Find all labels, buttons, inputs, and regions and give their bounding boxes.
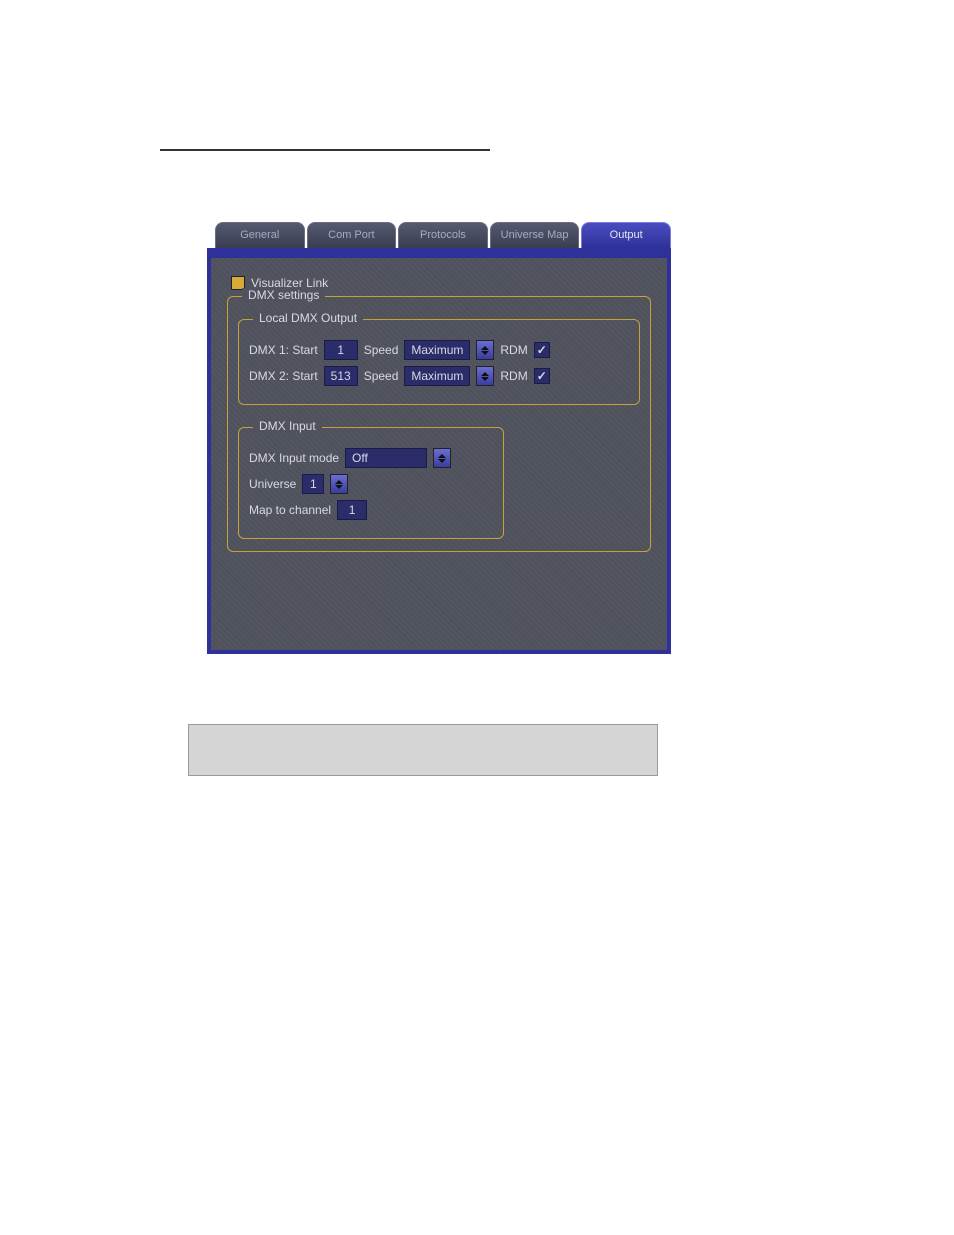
universe-spinner[interactable] bbox=[330, 474, 348, 494]
chevron-up-icon bbox=[438, 454, 446, 458]
map-to-channel-input[interactable]: 1 bbox=[337, 500, 367, 520]
universe-label: Universe bbox=[249, 477, 296, 491]
dmx-input-mode-select[interactable]: Off bbox=[345, 448, 427, 468]
tab-comport[interactable]: Com Port bbox=[307, 222, 397, 248]
chevron-down-icon bbox=[481, 351, 489, 355]
dmx-input-legend: DMX Input bbox=[253, 419, 322, 433]
dmx-input-mode-label: DMX Input mode bbox=[249, 451, 339, 465]
tab-protocols[interactable]: Protocols bbox=[398, 222, 488, 248]
dmx-settings-fieldset: DMX settings Local DMX Output DMX 1: Sta… bbox=[227, 296, 651, 552]
dmx-input-fieldset: DMX Input DMX Input mode Off Universe 1 bbox=[238, 427, 504, 539]
chevron-up-icon bbox=[481, 372, 489, 376]
map-to-channel-label: Map to channel bbox=[249, 503, 331, 517]
dmx1-rdm-label: RDM bbox=[500, 343, 527, 357]
chevron-up-icon bbox=[335, 480, 343, 484]
dmx2-rdm-checkbox[interactable]: ✓ bbox=[534, 368, 550, 384]
dmx2-start-label: DMX 2: Start bbox=[249, 369, 318, 383]
dmx-input-mode-row: DMX Input mode Off bbox=[249, 448, 493, 468]
dmx1-rdm-checkbox[interactable]: ✓ bbox=[534, 342, 550, 358]
tab-universemap[interactable]: Universe Map bbox=[490, 222, 580, 248]
gray-placeholder-box bbox=[188, 724, 658, 776]
dmx2-row: DMX 2: Start 513 Speed Maximum RDM ✓ bbox=[249, 366, 629, 386]
dmx2-speed-select[interactable]: Maximum bbox=[404, 366, 470, 386]
dmx1-row: DMX 1: Start 1 Speed Maximum RDM ✓ bbox=[249, 340, 629, 360]
dmx2-speed-spinner[interactable] bbox=[476, 366, 494, 386]
chevron-down-icon bbox=[481, 377, 489, 381]
dmx1-speed-label: Speed bbox=[364, 343, 399, 357]
dmx2-rdm-label: RDM bbox=[500, 369, 527, 383]
output-panel: General Com Port Protocols Universe Map … bbox=[207, 222, 671, 654]
dmx1-speed-spinner[interactable] bbox=[476, 340, 494, 360]
dmx1-start-input[interactable]: 1 bbox=[324, 340, 358, 360]
chevron-up-icon bbox=[481, 346, 489, 350]
universe-row: Universe 1 bbox=[249, 474, 493, 494]
dmx1-start-label: DMX 1: Start bbox=[249, 343, 318, 357]
tab-output[interactable]: Output bbox=[581, 222, 671, 248]
dmx2-start-input[interactable]: 513 bbox=[324, 366, 358, 386]
local-dmx-output-legend: Local DMX Output bbox=[253, 311, 363, 325]
local-dmx-output-fieldset: Local DMX Output DMX 1: Start 1 Speed Ma… bbox=[238, 319, 640, 405]
tab-general[interactable]: General bbox=[215, 222, 305, 248]
dmx1-speed-select[interactable]: Maximum bbox=[404, 340, 470, 360]
dmx-input-mode-spinner[interactable] bbox=[433, 448, 451, 468]
chevron-down-icon bbox=[335, 485, 343, 489]
tab-row: General Com Port Protocols Universe Map … bbox=[207, 222, 671, 248]
dmx2-speed-label: Speed bbox=[364, 369, 399, 383]
map-to-channel-row: Map to channel 1 bbox=[249, 500, 493, 520]
universe-input[interactable]: 1 bbox=[302, 474, 324, 494]
panel-body: Visualizer Link DMX settings Local DMX O… bbox=[207, 248, 671, 654]
dmx-settings-legend: DMX settings bbox=[242, 288, 325, 302]
horizontal-rule bbox=[160, 149, 490, 151]
chevron-down-icon bbox=[438, 459, 446, 463]
